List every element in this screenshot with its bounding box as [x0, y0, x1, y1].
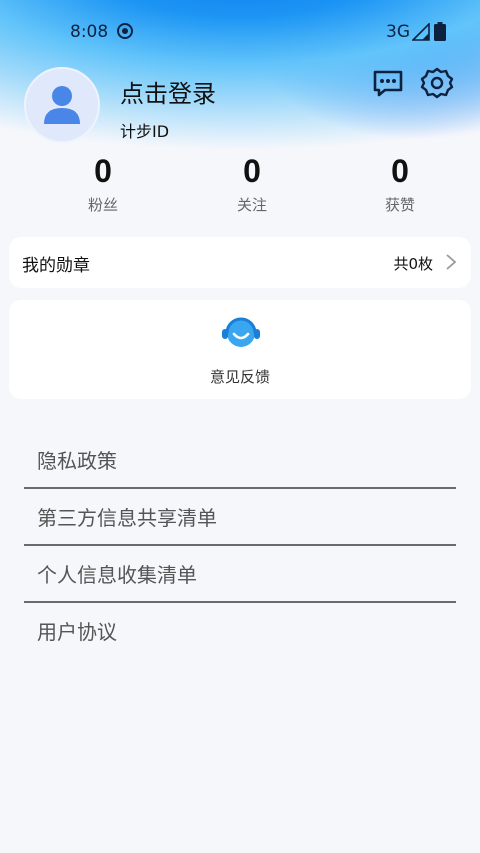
avatar[interactable]: [24, 67, 100, 143]
message-icon[interactable]: [371, 66, 405, 100]
menu-item-privacy-policy[interactable]: 隐私政策: [24, 432, 456, 489]
stat-value: 0: [391, 153, 409, 189]
stat-value: 0: [243, 153, 261, 189]
camera-status-icon: [117, 23, 133, 39]
stat-fans[interactable]: 0 粉丝: [43, 150, 163, 215]
feedback-card[interactable]: 意见反馈: [9, 300, 471, 399]
status-time: 8:08: [70, 22, 109, 42]
badges-count: 共0枚: [393, 255, 433, 273]
network-type: 3G: [386, 22, 410, 42]
menu-item-user-agreement[interactable]: 用户协议: [24, 603, 456, 660]
stat-likes[interactable]: 0 获赞: [340, 150, 460, 215]
menu-item-third-party-sharing[interactable]: 第三方信息共享清单: [24, 489, 456, 546]
stat-label: 获赞: [384, 196, 415, 214]
chevron-right-icon: [446, 254, 457, 270]
battery-icon: [434, 22, 446, 41]
user-avatar-icon: [44, 86, 80, 124]
status-bar: 8:08 3G: [0, 0, 480, 64]
stat-following[interactable]: 0 关注: [192, 150, 312, 215]
user-id-label: 计步ID: [120, 122, 170, 141]
badges-row[interactable]: 我的勋章 共0枚: [9, 237, 471, 288]
signal-icon: [412, 23, 430, 41]
stat-value: 0: [94, 153, 112, 189]
stat-label: 关注: [236, 196, 267, 214]
gear-icon[interactable]: [420, 66, 454, 100]
stat-label: 粉丝: [87, 196, 118, 214]
menu-item-personal-info-collection[interactable]: 个人信息收集清单: [24, 546, 456, 603]
login-prompt[interactable]: 点击登录: [120, 74, 216, 109]
customer-service-icon: [222, 317, 260, 347]
settings-menu: 隐私政策 第三方信息共享清单 个人信息收集清单 用户协议: [24, 432, 456, 660]
feedback-label: 意见反馈: [209, 368, 270, 386]
badges-title: 我的勋章: [22, 256, 90, 276]
